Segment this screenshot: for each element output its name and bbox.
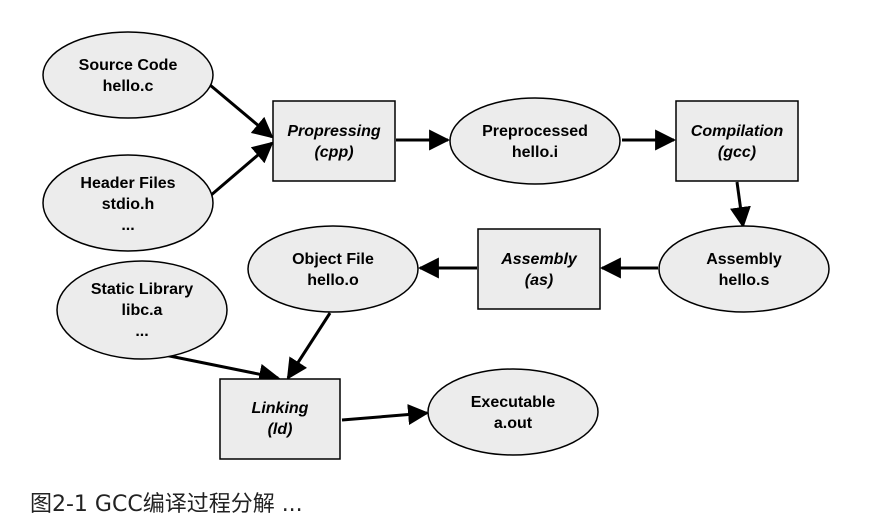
node-object: Object File hello.o <box>247 225 419 313</box>
static-lib-label-1: Static Library <box>91 281 193 298</box>
edge-object-to-linking <box>286 312 332 380</box>
preprocessed-label-2: hello.i <box>512 144 558 161</box>
source-label-2: hello.c <box>103 78 154 95</box>
node-linking: Linking (ld) <box>219 378 341 460</box>
node-executable: Executable a.out <box>427 368 599 456</box>
executable-label-1: Executable <box>471 394 556 411</box>
source-label-1: Source Code <box>79 57 178 74</box>
executable-label-2: a.out <box>494 415 533 432</box>
assembly-label-1: Assembly <box>500 251 578 268</box>
linking-label-1: Linking <box>252 400 309 417</box>
header-label-2: stdio.h <box>102 196 154 213</box>
node-source: Source Code hello.c <box>42 31 214 119</box>
static-lib-label-2: libc.a <box>122 302 163 319</box>
figure-caption: 图2-1 GCC编译过程分解 ... <box>30 492 303 517</box>
edge-linking-to-executable <box>341 404 430 426</box>
header-label-1: Header Files <box>80 175 175 192</box>
preprocessing-label-2: (cpp) <box>314 144 353 161</box>
node-assembly: Assembly (as) <box>477 228 601 310</box>
header-label-3: ... <box>121 217 134 234</box>
node-header: Header Files stdio.h ... <box>42 154 214 252</box>
linking-label-2: (ld) <box>268 421 293 438</box>
static-lib-label-3: ... <box>135 323 148 340</box>
object-label-2: hello.o <box>307 272 359 289</box>
node-static-library: Static Library libc.a ... <box>56 260 228 360</box>
object-label-1: Object File <box>292 251 374 268</box>
preprocessed-label-1: Preprocessed <box>482 123 588 140</box>
node-preprocessed: Preprocessed hello.i <box>449 97 621 185</box>
node-preprocessing: Propressing (cpp) <box>272 100 396 182</box>
compilation-label-2: (gcc) <box>718 144 756 161</box>
gcc-compilation-diagram: Source Code hello.c Header Files stdio.h… <box>42 31 830 460</box>
node-compilation: Compilation (gcc) <box>675 100 799 182</box>
compilation-label-1: Compilation <box>691 123 784 140</box>
edges <box>139 83 751 426</box>
assembly-label-2: (as) <box>525 272 553 289</box>
assembly-file-label-1: Assembly <box>706 251 782 268</box>
node-assembly-file: Assembly hello.s <box>658 225 830 313</box>
assembly-file-label-2: hello.s <box>719 272 770 289</box>
preprocessing-label-1: Propressing <box>287 123 381 140</box>
edge-source-to-preprocessing <box>209 83 274 139</box>
edge-compilation-to-assembly-file <box>730 181 751 229</box>
edge-header-to-preprocessing <box>209 141 274 198</box>
